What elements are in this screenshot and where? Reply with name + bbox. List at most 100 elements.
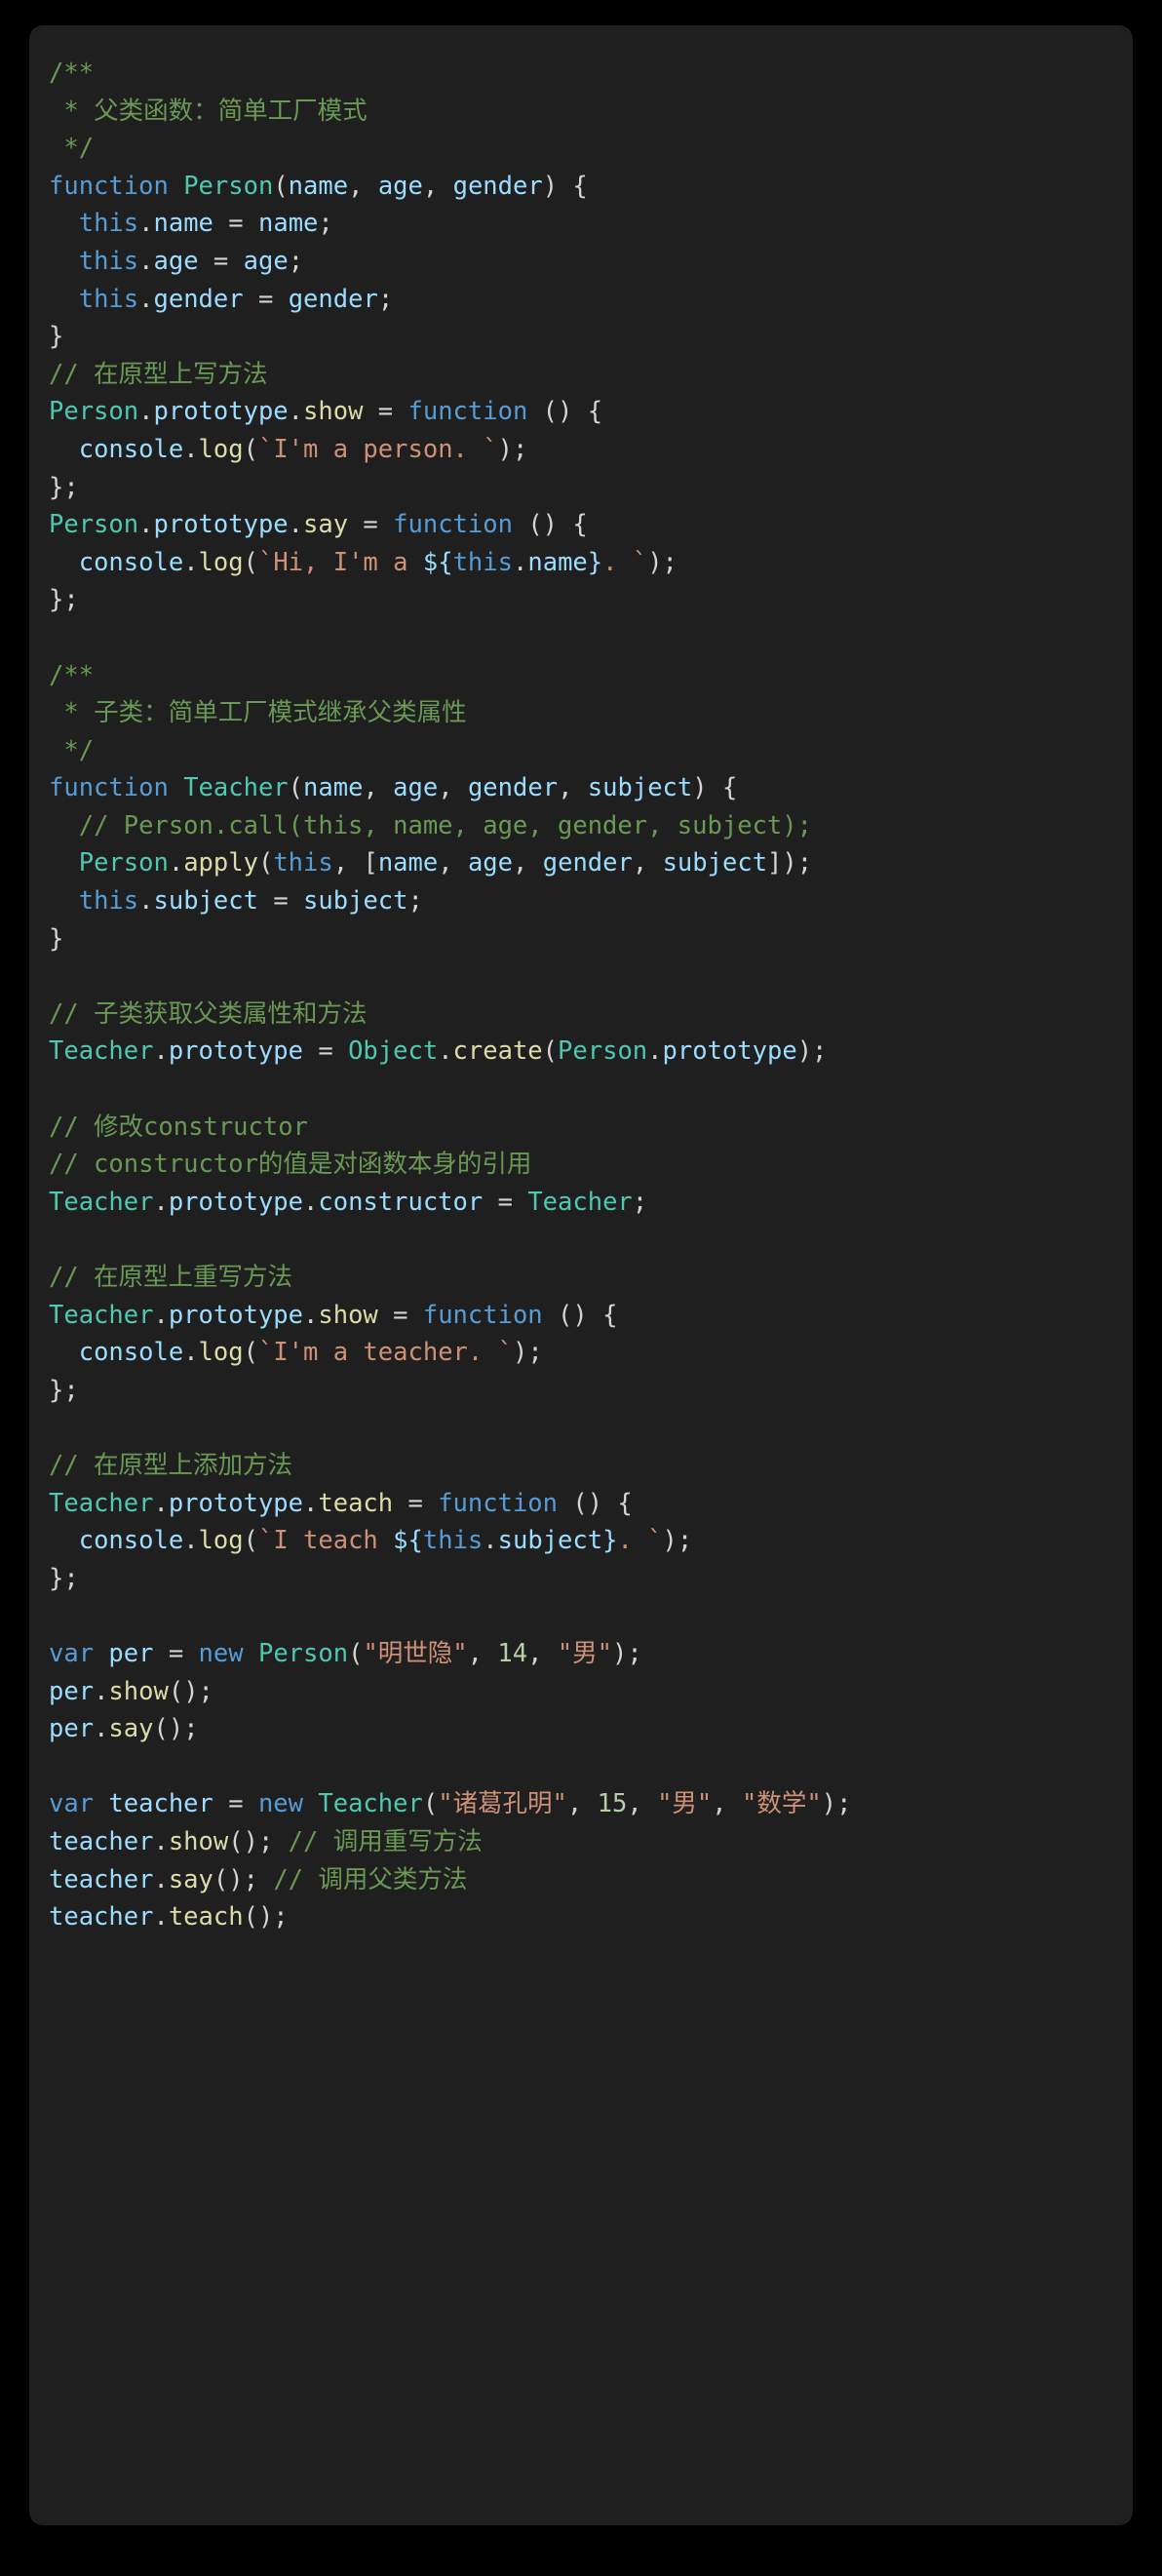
code-token: .	[153, 1902, 169, 1932]
code-token: constructor	[318, 1187, 484, 1217]
code-line: var per = new Person("明世隐", 14, "男");	[49, 1635, 1107, 1673]
code-token: =	[153, 1638, 199, 1668]
code-line: // 在原型上写方法	[49, 356, 1107, 394]
code-token: log	[198, 547, 244, 577]
code-block[interactable]: /** * 父类函数：简单工厂模式 */function Person(name…	[49, 55, 1107, 1936]
code-token: function	[49, 171, 169, 201]
code-token: log	[198, 1526, 244, 1556]
code-token: /**	[49, 59, 95, 88]
code-token: new	[257, 1789, 304, 1819]
code-line: console.log(`I teach ${this.subject}. `)…	[49, 1522, 1107, 1560]
code-token: this	[452, 547, 513, 577]
code-token: Teacher	[49, 1488, 154, 1518]
code-token: this	[78, 246, 139, 276]
code-token: .	[138, 209, 154, 239]
code-token: =	[213, 1789, 258, 1819]
code-token: * 子类：简单工厂模式继承父类属性	[49, 698, 467, 728]
code-token: age	[393, 773, 439, 803]
code-token: .	[288, 510, 304, 540]
code-token: () {	[542, 1300, 618, 1330]
code-line: this.age = age;	[49, 243, 1107, 281]
code-token: prototype	[168, 1300, 303, 1330]
code-token: prototype	[153, 397, 289, 427]
code-token: apply	[183, 848, 258, 878]
code-token: };	[49, 585, 79, 615]
code-token: . `	[617, 1526, 663, 1556]
code-token: * 父类函数：简单工厂模式	[49, 96, 368, 126]
code-token: `I teach	[257, 1526, 394, 1556]
code-token: =	[483, 1187, 528, 1217]
code-token: );	[796, 1036, 828, 1067]
code-token: teach	[168, 1902, 244, 1932]
code-token: . `	[602, 547, 648, 577]
code-token: age	[243, 246, 289, 276]
code-token: Teacher	[527, 1187, 633, 1217]
code-token: per	[49, 1676, 95, 1706]
code-token: show	[303, 397, 364, 427]
code-token: .	[168, 848, 184, 878]
code-token: `I'm a teacher. `	[257, 1338, 513, 1368]
code-token: ,	[438, 773, 468, 803]
code-token: teacher	[49, 1864, 154, 1894]
code-token: =	[393, 1488, 439, 1518]
code-token: );	[821, 1789, 852, 1819]
code-token: );	[512, 1338, 543, 1368]
code-token: );	[662, 1526, 693, 1556]
code-line: };	[49, 1372, 1107, 1410]
code-line: * 父类函数：简单工厂模式	[49, 93, 1107, 131]
code-line: teacher.show(); // 调用重写方法	[49, 1823, 1107, 1861]
code-line: ​	[49, 957, 1107, 995]
code-token: create	[452, 1036, 543, 1067]
code-token: }	[49, 322, 64, 352]
code-token: };	[49, 472, 79, 502]
code-token: gender	[452, 171, 543, 201]
code-token: show	[168, 1826, 229, 1856]
code-token: Person	[558, 1036, 648, 1067]
code-token: () {	[558, 1488, 633, 1518]
code-line: // 子类获取父类属性和方法	[49, 995, 1107, 1034]
code-token: Person	[78, 848, 169, 878]
code-token: gender	[542, 848, 633, 878]
code-token: =	[213, 209, 258, 239]
code-token: ();	[228, 1826, 289, 1856]
code-token: teach	[318, 1488, 394, 1518]
code-token: "数学"	[742, 1789, 822, 1819]
code-token: Person	[183, 171, 274, 201]
code-line: }	[49, 920, 1107, 958]
code-line: // 在原型上重写方法	[49, 1259, 1107, 1297]
code-token: 14	[497, 1638, 528, 1668]
code-token: ();	[213, 1864, 274, 1894]
code-token: }	[602, 1526, 618, 1556]
code-token: teacher	[108, 1789, 213, 1819]
code-token: // 在原型上添加方法	[49, 1450, 293, 1480]
code-token: subject	[587, 773, 693, 803]
code-token: (	[257, 848, 274, 878]
code-token: );	[647, 547, 678, 577]
code-token: // Person.call(this, name, age, gender, …	[78, 810, 812, 840]
code-token: name	[288, 171, 349, 201]
code-line: function Teacher(name, age, gender, subj…	[49, 769, 1107, 807]
code-line: ​	[49, 1409, 1107, 1447]
code-token: function	[438, 1488, 559, 1518]
code-token: Teacher	[49, 1300, 154, 1330]
code-line: ​	[49, 1748, 1107, 1786]
code-token: Teacher	[183, 773, 289, 803]
code-line: /**	[49, 55, 1107, 93]
code-token: =	[243, 284, 289, 314]
code-token: (	[542, 1036, 559, 1067]
code-line: console.log(`Hi, I'm a ${this.name}. `);	[49, 544, 1107, 582]
code-token: .	[183, 547, 199, 577]
code-token: "男"	[557, 1638, 613, 1668]
code-token: .	[303, 1488, 319, 1518]
code-token: , [	[332, 848, 378, 878]
code-line: Person.prototype.show = function () {	[49, 393, 1107, 431]
code-token: ,	[438, 848, 468, 878]
code-token: =	[377, 1300, 423, 1330]
code-token: this	[78, 284, 139, 314]
